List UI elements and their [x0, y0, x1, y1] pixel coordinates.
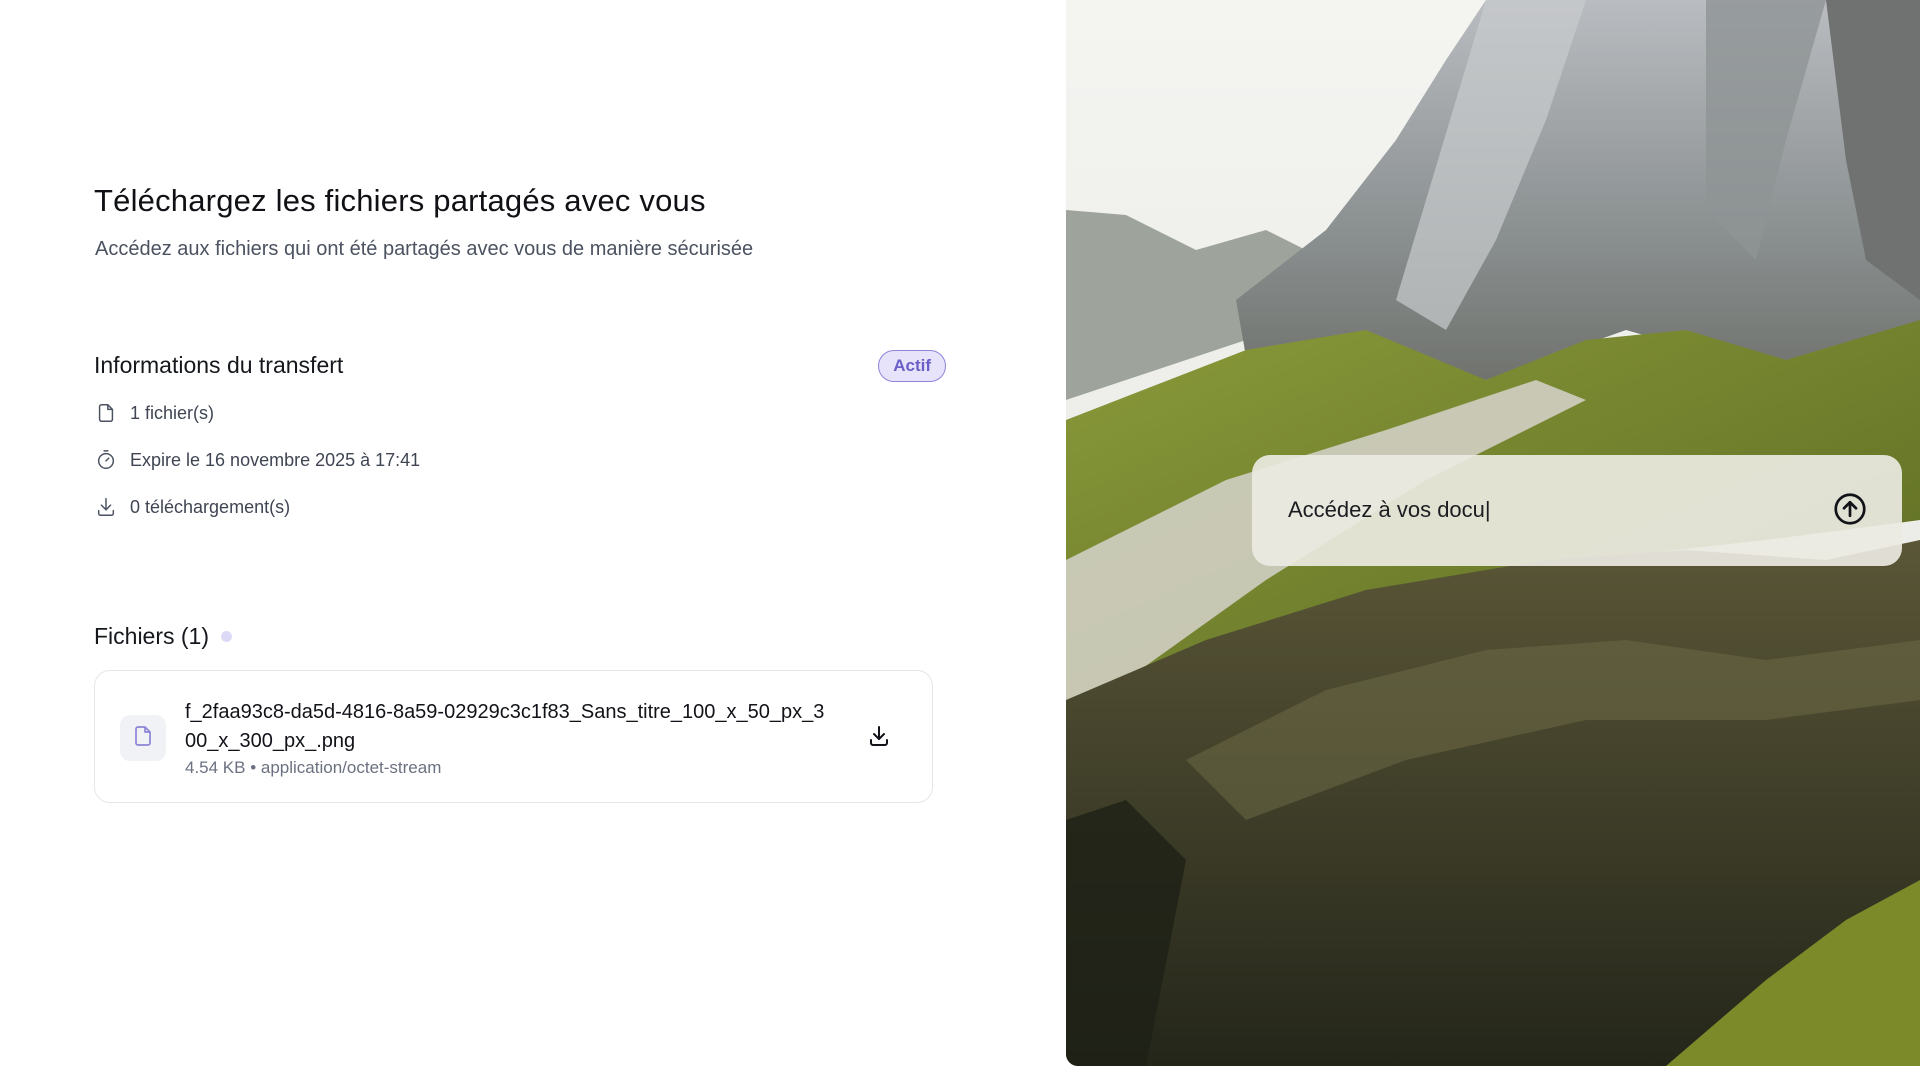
download-count-row: 0 téléchargement(s) [94, 494, 290, 520]
expiry-row: Expire le 16 novembre 2025 à 17:41 [94, 447, 420, 473]
timer-icon [94, 448, 118, 472]
download-file-button[interactable] [864, 723, 894, 753]
file-icon [131, 724, 155, 753]
file-card: f_2faa93c8-da5d-4816-8a59-02929c3c1f83_S… [94, 670, 933, 803]
status-badge: Actif [878, 350, 946, 382]
file-count-row: 1 fichier(s) [94, 400, 214, 426]
left-panel: Téléchargez les fichiers partagés avec v… [0, 0, 1066, 1080]
page-title: Téléchargez les fichiers partagés avec v… [94, 183, 706, 218]
download-icon [94, 495, 118, 519]
file-thumbnail [120, 715, 166, 761]
transfer-info-header: Informations du transfert Actif [94, 350, 946, 382]
prompt-input[interactable] [1288, 497, 1808, 523]
files-title: Fichiers (1) [94, 623, 210, 649]
transfer-info-title: Informations du transfert [94, 352, 344, 378]
loading-dot [221, 631, 233, 642]
file-meta: 4.54 KB • application/octet-stream [185, 758, 442, 777]
page-subtitle: Accédez aux fichiers qui ont été partagé… [95, 238, 754, 260]
arrow-up-circle-icon [1832, 491, 1868, 532]
expiry-text: Expire le 16 novembre 2025 à 17:41 [130, 449, 421, 470]
hero-image-panel [1066, 0, 1920, 1066]
download-icon [867, 724, 891, 753]
file-icon [94, 401, 118, 425]
file-name: f_2faa93c8-da5d-4816-8a59-02929c3c1f83_S… [185, 701, 825, 752]
download-count-text: 0 téléchargement(s) [130, 496, 291, 517]
files-header: Fichiers (1) [94, 623, 233, 650]
page: Téléchargez les fichiers partagés avec v… [0, 0, 1920, 1080]
send-button[interactable] [1832, 491, 1868, 532]
file-count-text: 1 fichier(s) [130, 402, 215, 423]
prompt-box [1252, 455, 1902, 566]
